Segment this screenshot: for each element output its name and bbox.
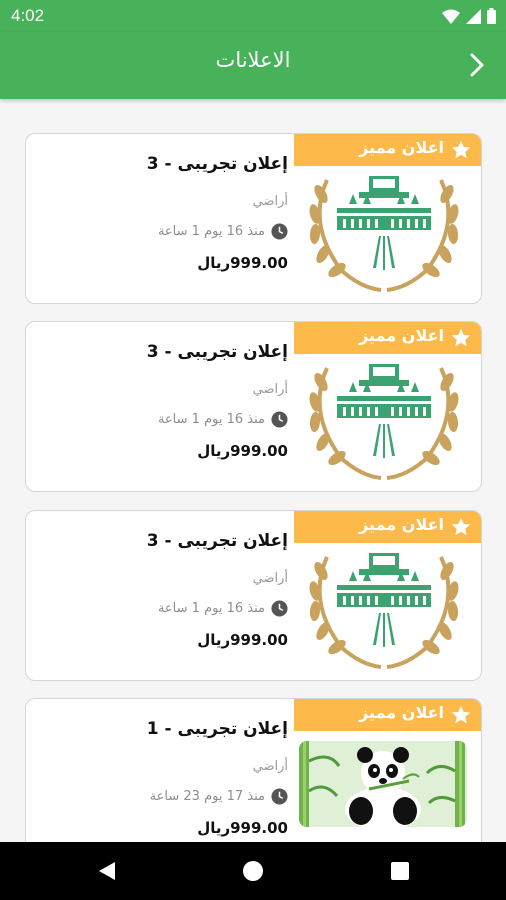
page-title: الاعلانات: [215, 48, 291, 72]
navigation-bar: [0, 842, 506, 900]
featured-badge-label: اعلان مميز: [359, 326, 444, 345]
ad-time: منذ 16 يوم 1 ساعة: [157, 601, 265, 616]
ad-card[interactable]: اعلان مميز إعلان تجريبى - 3 أراضي منذ 16…: [25, 510, 482, 681]
logo-image: [309, 553, 459, 669]
clock-icon: [271, 600, 288, 617]
logo-image: [309, 364, 459, 480]
clock-icon: [271, 788, 288, 805]
ad-category: أراضي: [252, 194, 288, 209]
back-triangle-icon[interactable]: [95, 859, 119, 883]
ad-category: أراضي: [252, 759, 288, 774]
featured-badge: اعلان مميز: [294, 322, 481, 354]
ad-title: إعلان تجريبى - 3: [146, 342, 288, 362]
ad-time-row: منذ 16 يوم 1 ساعة: [158, 411, 288, 428]
ad-time: منذ 16 يوم 1 ساعة: [157, 412, 265, 427]
featured-badge-label: اعلان مميز: [359, 138, 444, 157]
ad-time-row: منذ 16 يوم 1 ساعة: [158, 223, 288, 240]
status-bar: 4:02: [0, 0, 506, 32]
featured-badge: اعلان مميز: [294, 134, 481, 166]
chevron-right-icon[interactable]: [462, 50, 492, 80]
featured-badge: اعلان مميز: [294, 511, 481, 543]
ad-price: 999.00ريال: [197, 254, 288, 272]
clock-icon: [271, 223, 288, 240]
featured-badge: اعلان مميز: [294, 699, 481, 731]
ad-time-row: منذ 17 يوم 23 ساعة: [150, 788, 288, 805]
featured-badge-label: اعلان مميز: [359, 703, 444, 722]
app-bar: الاعلانات: [0, 32, 506, 99]
ad-time: منذ 16 يوم 1 ساعة: [157, 224, 265, 239]
ad-card[interactable]: اعلان مميز إعلان تجريبى - 1 أراضي منذ 17…: [25, 698, 482, 842]
ad-title: إعلان تجريبى - 3: [146, 154, 288, 174]
clock-icon: [271, 411, 288, 428]
ad-card[interactable]: اعلان مميز إعلان تجريبى - 3 أراضي منذ 16…: [25, 321, 482, 492]
ad-price: 999.00ريال: [197, 631, 288, 649]
wifi-icon: [442, 9, 460, 24]
ad-price: 999.00ريال: [197, 442, 288, 460]
ad-time: منذ 17 يوم 23 ساعة: [149, 789, 265, 804]
status-icons: [442, 8, 496, 24]
ad-category: أراضي: [252, 382, 288, 397]
star-icon: [451, 140, 471, 159]
ad-card[interactable]: اعلان مميز إعلان تجريبى - 3 أراضي منذ 16…: [25, 133, 482, 304]
star-icon: [451, 328, 471, 347]
star-icon: [451, 705, 471, 724]
ad-category: أراضي: [252, 571, 288, 586]
signal-icon: [466, 8, 481, 24]
ad-title: إعلان تجريبى - 1: [146, 719, 288, 739]
featured-badge-label: اعلان مميز: [359, 515, 444, 534]
status-time: 4:02: [11, 6, 45, 25]
recents-square-icon[interactable]: [388, 859, 412, 883]
ad-time-row: منذ 16 يوم 1 ساعة: [158, 600, 288, 617]
home-circle-icon[interactable]: [241, 859, 265, 883]
panda-image: [299, 741, 467, 827]
ad-title: إعلان تجريبى - 3: [146, 531, 288, 551]
logo-image: [309, 176, 459, 292]
star-icon: [451, 517, 471, 536]
ad-price: 999.00ريال: [197, 819, 288, 837]
battery-icon: [487, 8, 496, 24]
ads-list[interactable]: اعلان مميز إعلان تجريبى - 3 أراضي منذ 16…: [0, 99, 506, 842]
